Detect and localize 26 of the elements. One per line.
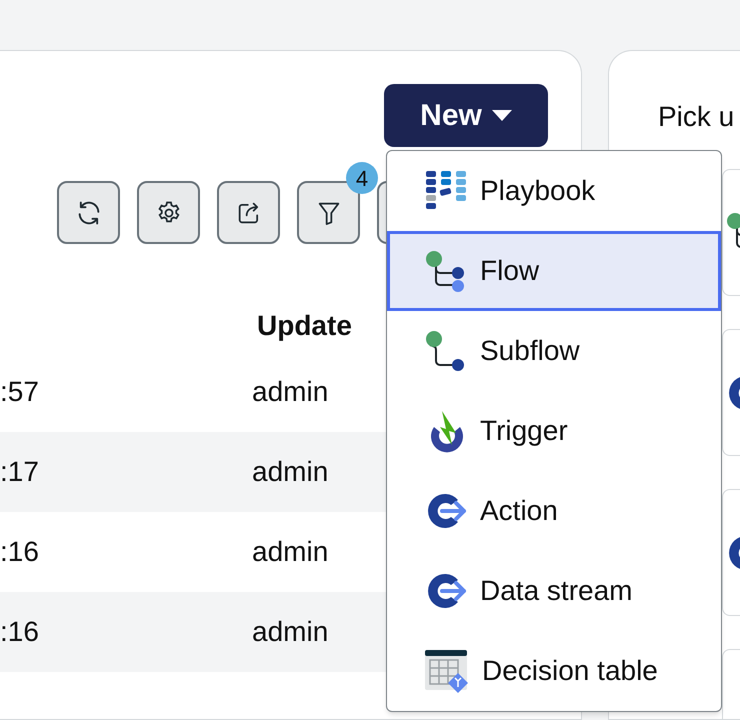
table-cell-text: admin (252, 615, 328, 649)
menu-item[interactable]: Decision table (387, 631, 721, 711)
refresh-button[interactable] (57, 181, 120, 244)
table-cell-text: :57 (0, 375, 40, 409)
new-button[interactable]: New (384, 84, 548, 147)
table-cell-text: :16 (0, 535, 40, 569)
panel-title: Pick u (658, 103, 736, 131)
table-cell-text: admin (252, 375, 328, 409)
menu-item[interactable]: Flow (387, 231, 721, 311)
template-card[interactable] (722, 329, 740, 456)
table-cell-text: admin (252, 535, 328, 569)
settings-button[interactable] (137, 181, 200, 244)
table-cell-text: :16 (0, 615, 40, 649)
column-header: Update (257, 312, 352, 343)
caret-icon (492, 110, 512, 122)
menu-item[interactable]: Data stream (387, 551, 721, 631)
menu-item[interactable]: Subflow (387, 311, 721, 391)
decision-table-icon (424, 648, 470, 694)
template-card[interactable] (722, 489, 740, 616)
table-cell-text: admin (252, 455, 328, 489)
menu-item[interactable]: Action (387, 471, 721, 551)
menu-item[interactable]: Trigger (387, 391, 721, 471)
filter-count-badge: 4 (346, 162, 378, 194)
export-button[interactable] (217, 181, 280, 244)
table-cell-text: :17 (0, 455, 40, 489)
menu-item[interactable]: Playbook (387, 151, 721, 231)
